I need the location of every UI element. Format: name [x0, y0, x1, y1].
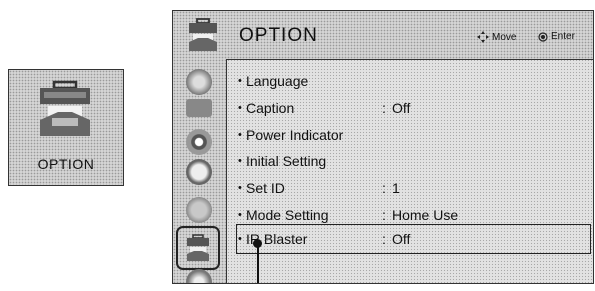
value-separator: : [382, 207, 386, 223]
menu-item-power-indicator[interactable]: • Power Indicator [238, 125, 382, 145]
category-sidebar [173, 59, 227, 283]
menu-item-ir-blaster[interactable]: • IR Blaster : Off [238, 229, 410, 249]
menu-item-label: Caption [246, 100, 295, 116]
menu-item-label: IR Blaster [246, 231, 308, 247]
menu-item-label: Mode Setting [246, 207, 329, 223]
menu-item-caption[interactable]: • Caption : Off [238, 98, 410, 118]
bullet: • [238, 102, 242, 114]
menu-item-initial-setting[interactable]: • Initial Setting [238, 151, 382, 171]
value-separator: : [382, 231, 386, 247]
enter-button-icon [538, 31, 548, 42]
page-title: OPTION [239, 25, 318, 46]
menu-item-language[interactable]: • Language [238, 71, 382, 91]
menu-item-value: Off [392, 231, 411, 247]
option-icon [187, 234, 209, 261]
menu-item-value: Off [392, 100, 411, 116]
input-icon[interactable] [186, 269, 212, 283]
screen-icon[interactable] [186, 99, 212, 117]
enter-hint: Enter [538, 31, 575, 42]
menu-item-value: 1 [392, 180, 400, 196]
menu-item-value: Home Use [392, 207, 459, 223]
lock-icon[interactable] [186, 197, 212, 223]
bullet: • [238, 129, 242, 141]
menu-item-label: Language [246, 73, 309, 89]
move-hint: Move [477, 31, 516, 43]
move-hint-label: Move [492, 31, 517, 43]
bullet: • [238, 182, 242, 194]
option-tile-label: OPTION [37, 156, 95, 172]
picture-icon[interactable] [186, 69, 212, 95]
bullet: • [238, 209, 242, 221]
option-toolbox-icon [189, 18, 217, 51]
sidebar-selected-item[interactable] [176, 226, 220, 270]
menu-header: OPTION Move Enter [173, 11, 593, 60]
time-icon[interactable] [186, 159, 212, 185]
option-toolbox-icon [40, 80, 90, 136]
option-tile[interactable]: OPTION [8, 69, 124, 186]
menu-item-label: Initial Setting [246, 153, 327, 169]
value-separator: : [382, 100, 386, 116]
option-menu-list: • Language • Caption : Off • Power Indic… [226, 59, 593, 283]
menu-item-set-id[interactable]: • Set ID : 1 [238, 178, 400, 198]
option-menu-panel: OPTION Move Enter • Language • Caption:… [172, 10, 594, 284]
audio-icon[interactable] [186, 129, 212, 155]
bullet: • [238, 75, 242, 87]
value-separator: : [382, 180, 386, 196]
move-arrows-icon [477, 31, 489, 43]
menu-item-mode-setting[interactable]: • Mode Setting : Home Use [238, 205, 458, 225]
menu-item-label: Power Indicator [246, 127, 344, 143]
callout-line [257, 243, 259, 283]
enter-hint-label: Enter [551, 31, 575, 42]
bullet: • [238, 233, 242, 245]
bullet: • [238, 155, 242, 167]
menu-item-label: Set ID [246, 180, 285, 196]
